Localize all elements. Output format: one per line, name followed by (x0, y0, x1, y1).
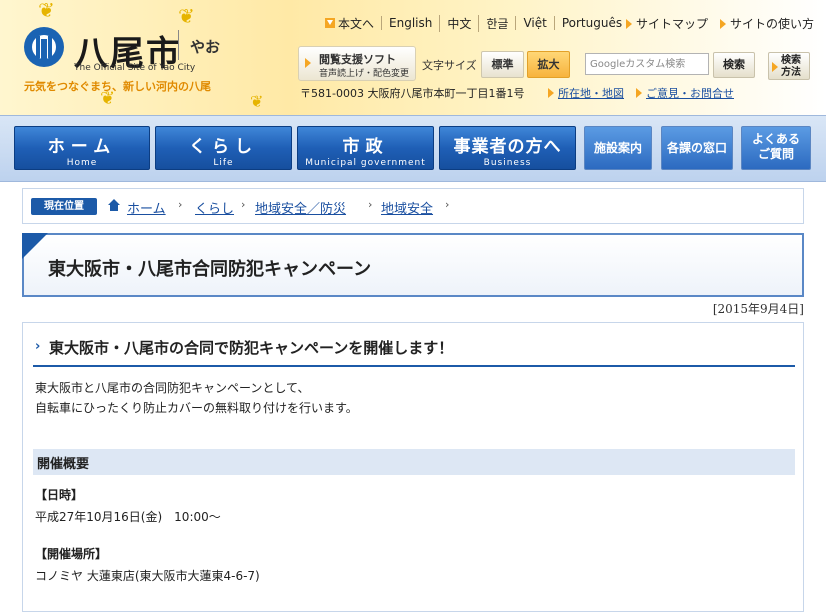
reader-support-sublabel: 音声読上げ・配色変更 (319, 69, 410, 79)
nav-municipal-government[interactable]: 市政 Municipal government (297, 126, 434, 170)
publish-date: [2015年9月4日] (712, 302, 804, 316)
ginkgo-leaf-icon: ❦ (178, 4, 195, 28)
site-logo-english: The Official Site of Yao City (74, 63, 196, 73)
triangle-right-icon (626, 18, 632, 29)
breadcrumb-home[interactable]: ホーム (127, 198, 166, 217)
nav-life[interactable]: くらし Life (155, 126, 292, 170)
search-help-label: 検索方法 (781, 55, 801, 78)
breadcrumb-separator: › (241, 198, 246, 211)
breadcrumb-badge: 現在位置 (31, 198, 97, 215)
triangle-right-icon (720, 18, 727, 29)
triangle-right-icon (305, 58, 311, 68)
triangle-right-icon (772, 62, 778, 72)
main-content: › 東大阪市・八尾市の合同で防犯キャンペーンを開催します！ 東大阪市と八尾市の合… (22, 322, 804, 612)
breadcrumb-separator: › (178, 198, 183, 211)
contact-link[interactable]: ご意見・お問合せ (636, 85, 734, 101)
lang-vietnamese-link[interactable]: Việt (515, 16, 553, 30)
site-logo-kana: やお (190, 38, 221, 56)
nav-home[interactable]: ホーム Home (14, 126, 150, 170)
page-title: 東大阪市・八尾市合同防犯キャンペーン (48, 259, 372, 280)
search-button[interactable]: 検索 (713, 52, 755, 78)
city-hall-address: 〒581-0003 大阪府八尾市本町一丁目1番1号 (300, 87, 525, 100)
ginkgo-leaf-icon: ❦ (38, 0, 55, 22)
triangle-right-icon (548, 88, 554, 98)
intro-line-2: 自転車にひったくり防止カバーの無料取り付けを行います。 (35, 401, 358, 415)
breadcrumb-life[interactable]: くらし (195, 198, 234, 217)
city-emblem-icon[interactable] (24, 27, 64, 67)
lang-english-link[interactable]: English (381, 16, 439, 30)
breadcrumb-community-safety-disaster[interactable]: 地域安全／防災 (255, 198, 346, 217)
search-help-button[interactable]: 検索方法 (768, 52, 810, 80)
ginkgo-leaf-icon: ❦ (250, 92, 264, 111)
site-header: ❦ ❦ ❦ ❦ 八尾市 やお The Official Site of Yao … (0, 0, 826, 115)
reader-support-button[interactable]: 閲覧支援ソフト 音声読上げ・配色変更 (298, 46, 416, 81)
nav-facilities[interactable]: 施設案内 (584, 126, 652, 170)
nav-faq[interactable]: よくある ご質問 (741, 126, 811, 170)
breadcrumb: 現在位置 ホーム › くらし › 地域安全／防災 › 地域安全 › (22, 188, 804, 224)
venue-value: コノミヤ 大蓮東店(東大阪市大蓮東4-6-7) (35, 569, 260, 583)
font-size-large-button[interactable]: 拡大 (527, 51, 570, 78)
venue-label: 【開催場所】 (35, 547, 108, 561)
lang-portuguese-link[interactable]: Português (553, 16, 629, 30)
content-heading: › 東大阪市・八尾市の合同で防犯キャンペーンを開催します！ (33, 337, 795, 367)
search-input[interactable]: Googleカスタム検索 (585, 53, 709, 75)
font-size-standard-button[interactable]: 標準 (481, 51, 524, 78)
language-bar: 本文へ English 中文 한글 Việt Português (318, 14, 629, 32)
nav-business[interactable]: 事業者の方へ Business (439, 126, 576, 170)
breadcrumb-separator: › (445, 198, 450, 211)
section-heading: 開催概要 (33, 449, 795, 475)
breadcrumb-community-safety[interactable]: 地域安全 (381, 198, 433, 217)
page-title-box: 東大阪市・八尾市合同防犯キャンペーン (22, 233, 804, 297)
triangle-right-icon (636, 88, 642, 98)
lang-chinese-link[interactable]: 中文 (439, 14, 478, 32)
global-navigation: ホーム Home くらし Life 市政 Municipal governmen… (0, 115, 826, 182)
site-usage-link[interactable]: サイトの使い方 (720, 15, 814, 32)
font-size-label: 文字サイズ (422, 59, 477, 72)
logo-divider (178, 30, 179, 60)
nav-department-windows[interactable]: 各課の窓口 (661, 126, 733, 170)
location-map-link[interactable]: 所在地・地図 (548, 85, 624, 101)
top-links: サイトマップ サイトの使い方 (626, 15, 814, 32)
intro-line-1: 東大阪市と八尾市の合同防犯キャンペーンとして、 (35, 381, 310, 395)
lang-korean-link[interactable]: 한글 (478, 14, 515, 32)
arrow-down-icon (325, 18, 335, 28)
site-tagline: 元気をつなぐまち、新しい河内の八尾 (24, 80, 211, 93)
datetime-label: 【日時】 (35, 488, 84, 502)
reader-support-label: 閲覧支援ソフト (319, 53, 396, 66)
home-icon (108, 199, 120, 211)
chevron-right-icon: › (35, 339, 41, 354)
skip-to-content-link[interactable]: 本文へ (318, 15, 381, 32)
breadcrumb-separator: › (368, 198, 373, 211)
sitemap-link[interactable]: サイトマップ (626, 15, 708, 32)
datetime-value: 平成27年10月16日(金) 10:00〜 (35, 510, 221, 524)
